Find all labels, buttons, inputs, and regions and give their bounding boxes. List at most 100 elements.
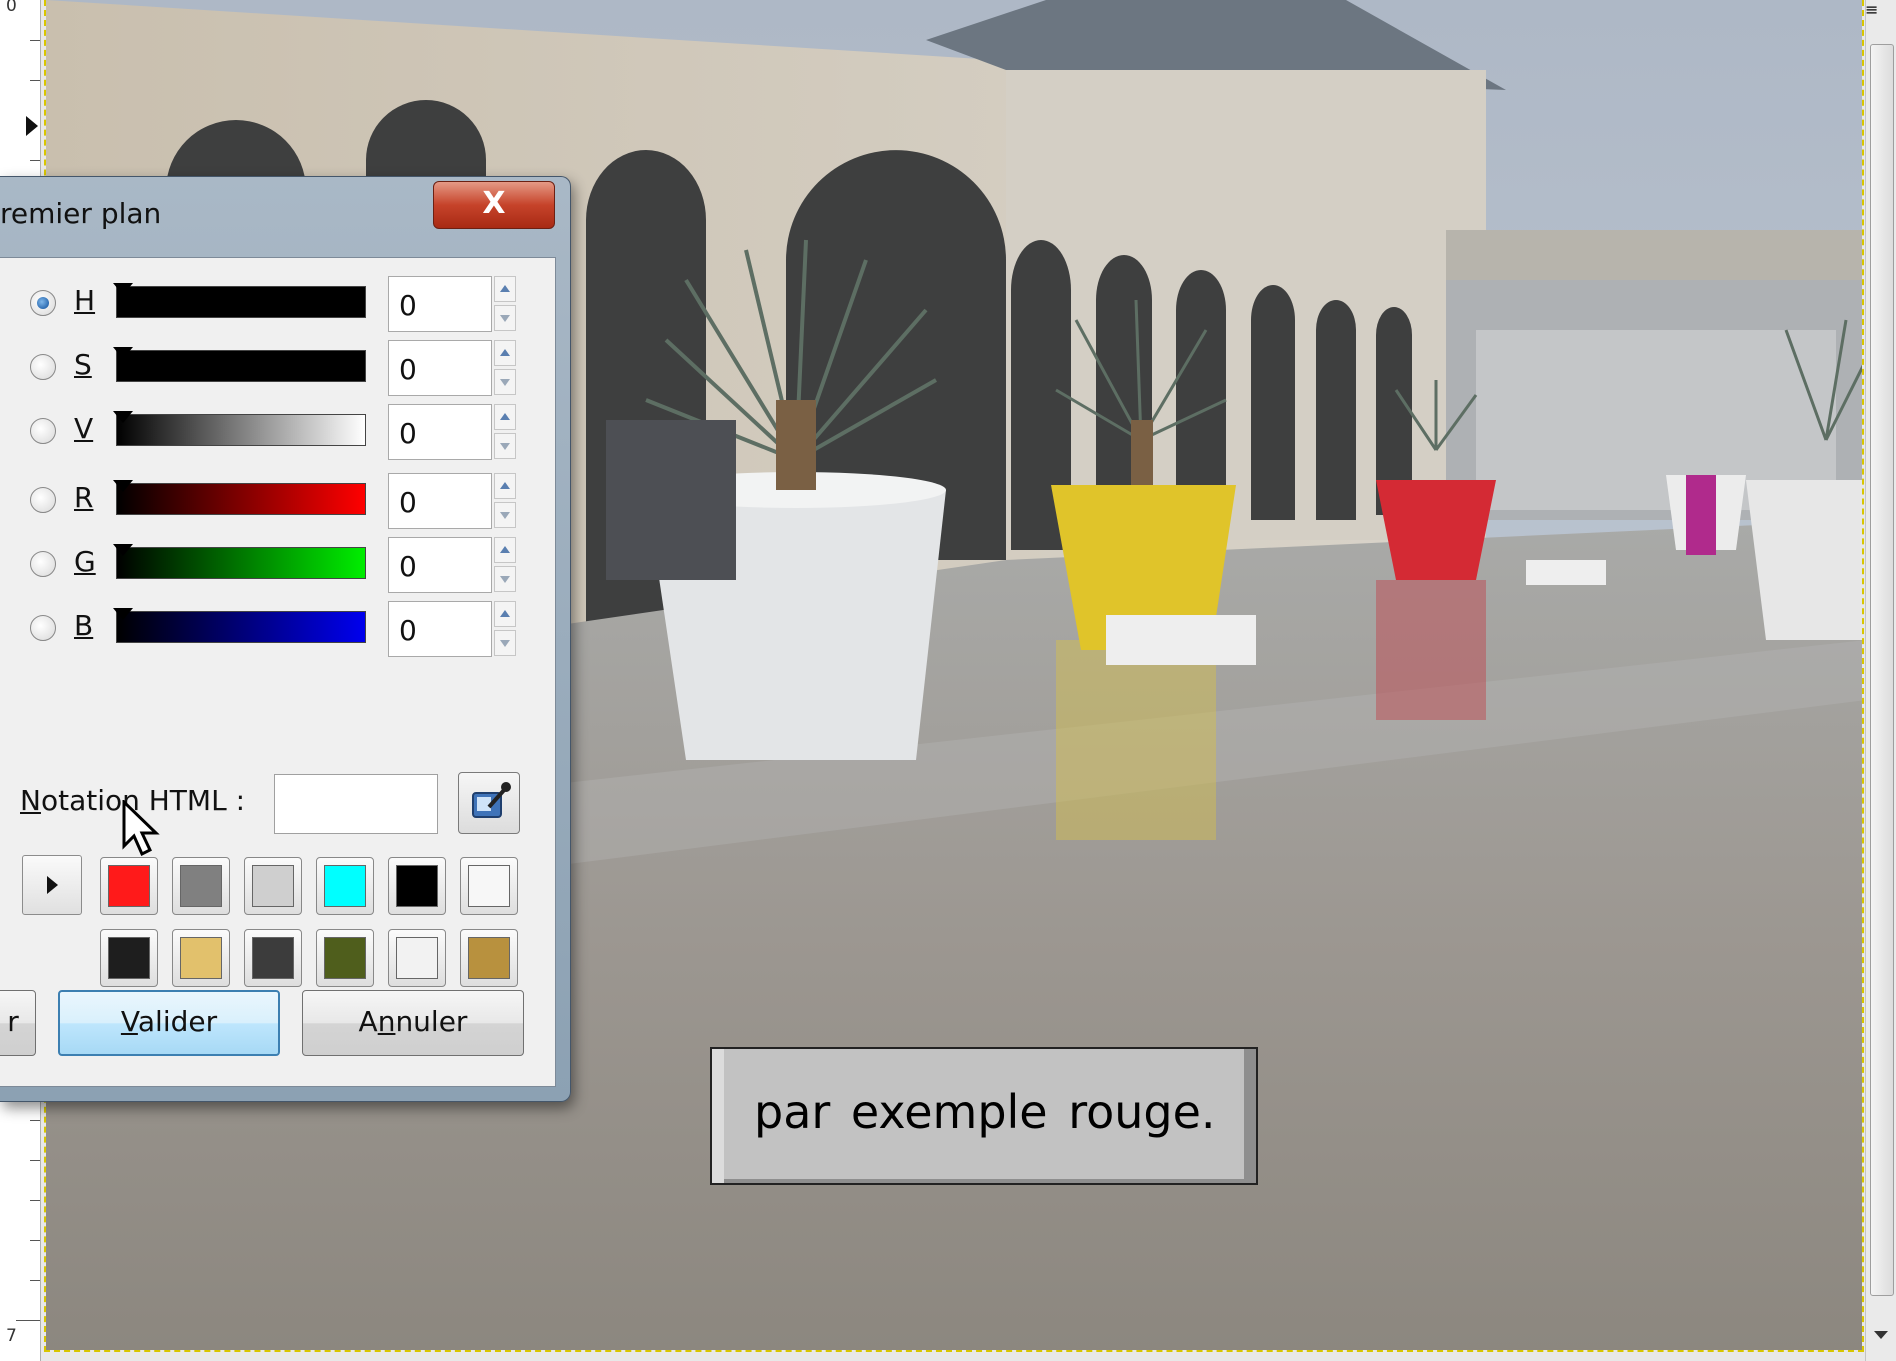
swatch-color xyxy=(180,865,222,907)
swatch-color xyxy=(468,865,510,907)
radio-v[interactable] xyxy=(30,418,56,444)
spin-down-icon[interactable] xyxy=(494,433,516,459)
swatch-color xyxy=(252,865,294,907)
spin-value-h: 0 xyxy=(399,289,417,322)
close-button[interactable]: X xyxy=(433,181,555,229)
scrollbar-grip-icon: ≡ xyxy=(1865,0,1879,19)
spin-value-v: 0 xyxy=(399,417,417,450)
color-history-swatch[interactable] xyxy=(460,929,518,987)
history-expander-button[interactable] xyxy=(22,855,82,915)
ruler-label-top: 0 xyxy=(6,0,17,16)
slider-b[interactable] xyxy=(113,608,366,643)
spin-up-icon[interactable] xyxy=(494,601,516,627)
ruler-tick xyxy=(30,1240,40,1241)
spin-arrows-h[interactable] xyxy=(494,276,518,332)
swatch-color xyxy=(396,865,438,907)
radio-g[interactable] xyxy=(30,551,56,577)
color-history-swatch[interactable] xyxy=(388,929,446,987)
ruler-tick xyxy=(30,80,40,81)
spin-arrows-g[interactable] xyxy=(494,537,518,593)
ruler-tick xyxy=(16,1320,40,1321)
swatch-color xyxy=(180,937,222,979)
spin-down-icon[interactable] xyxy=(494,369,516,395)
ruler-tick xyxy=(30,160,40,161)
html-notation-input[interactable] xyxy=(274,774,438,834)
channel-label-s: S xyxy=(74,348,92,381)
slider-s[interactable] xyxy=(113,347,366,382)
ruler-tick xyxy=(30,1160,40,1161)
swatch-color xyxy=(468,937,510,979)
spin-field-g[interactable]: 0 xyxy=(388,537,492,593)
ruler-tick xyxy=(30,1120,40,1121)
caption-box: par exemple rouge. xyxy=(710,1047,1258,1185)
color-dialog: remier plan X H 0 S 0 V 0 R 0 G 0 B 0 No… xyxy=(0,176,571,1102)
radio-h[interactable] xyxy=(30,290,56,316)
spin-up-icon[interactable] xyxy=(494,276,516,302)
spin-field-r[interactable]: 0 xyxy=(388,473,492,529)
ok-button[interactable]: Valider xyxy=(58,990,280,1056)
color-picker-button[interactable] xyxy=(458,772,520,834)
color-history-swatch[interactable] xyxy=(172,857,230,915)
cancel-button[interactable]: Annuler xyxy=(302,990,524,1056)
radio-s[interactable] xyxy=(30,354,56,380)
spin-value-g: 0 xyxy=(399,550,417,583)
spin-field-b[interactable]: 0 xyxy=(388,601,492,657)
color-history-swatch[interactable] xyxy=(244,857,302,915)
radio-b[interactable] xyxy=(30,615,56,641)
slider-h[interactable] xyxy=(113,283,366,318)
spin-arrows-v[interactable] xyxy=(494,404,518,460)
spin-down-icon[interactable] xyxy=(494,502,516,528)
channel-label-r: R xyxy=(74,481,94,514)
partial-left-button[interactable]: r xyxy=(0,990,36,1056)
channel-label-g: G xyxy=(74,545,96,578)
ruler-tick xyxy=(30,1200,40,1201)
spin-value-s: 0 xyxy=(399,353,417,386)
scroll-down-arrow-icon[interactable] xyxy=(1874,1331,1888,1339)
spin-down-icon[interactable] xyxy=(494,566,516,592)
spin-down-icon[interactable] xyxy=(494,630,516,656)
color-history-swatch[interactable] xyxy=(244,929,302,987)
spin-down-icon[interactable] xyxy=(494,305,516,331)
spin-arrows-b[interactable] xyxy=(494,601,518,657)
dialog-title: remier plan xyxy=(0,197,162,230)
spin-up-icon[interactable] xyxy=(494,473,516,499)
slider-v[interactable] xyxy=(113,411,366,446)
color-history-swatch[interactable] xyxy=(100,929,158,987)
slider-r[interactable] xyxy=(113,480,366,515)
ruler-label-bottom: 7 xyxy=(6,1326,17,1346)
spin-field-h[interactable]: 0 xyxy=(388,276,492,332)
spin-field-s[interactable]: 0 xyxy=(388,340,492,396)
spin-up-icon[interactable] xyxy=(494,537,516,563)
caption-text: par exemple rouge. xyxy=(754,1085,1216,1139)
dialog-client-area: H 0 S 0 V 0 R 0 G 0 B 0 Notation HTML: … xyxy=(0,257,556,1087)
color-history-swatch[interactable] xyxy=(316,857,374,915)
color-history-swatch[interactable] xyxy=(316,929,374,987)
slider-g[interactable] xyxy=(113,544,366,579)
swatch-color xyxy=(396,937,438,979)
channel-label-h: H xyxy=(74,284,96,317)
spin-arrows-r[interactable] xyxy=(494,473,518,529)
swatch-color xyxy=(324,937,366,979)
color-history-swatch[interactable] xyxy=(460,857,518,915)
spin-value-b: 0 xyxy=(399,614,417,647)
channel-label-v: V xyxy=(74,412,94,445)
swatch-color xyxy=(108,865,150,907)
channel-label-b: B xyxy=(74,609,94,642)
mouse-pointer-icon xyxy=(122,800,160,857)
swatch-color xyxy=(252,937,294,979)
vertical-scrollbar[interactable] xyxy=(1865,0,1896,1361)
spin-value-r: 0 xyxy=(399,486,417,519)
spin-field-v[interactable]: 0 xyxy=(388,404,492,460)
ruler-tick xyxy=(30,40,40,41)
swatch-color xyxy=(108,937,150,979)
eyedropper-icon xyxy=(472,782,511,818)
spin-up-icon[interactable] xyxy=(494,340,516,366)
color-history-swatch[interactable] xyxy=(172,929,230,987)
spin-up-icon[interactable] xyxy=(494,404,516,430)
radio-r[interactable] xyxy=(30,487,56,513)
color-history-swatch[interactable] xyxy=(388,857,446,915)
spin-arrows-s[interactable] xyxy=(494,340,518,396)
ruler-position-marker xyxy=(26,116,38,136)
scrollbar-thumb[interactable] xyxy=(1870,44,1894,1296)
color-history-swatch[interactable] xyxy=(100,857,158,915)
